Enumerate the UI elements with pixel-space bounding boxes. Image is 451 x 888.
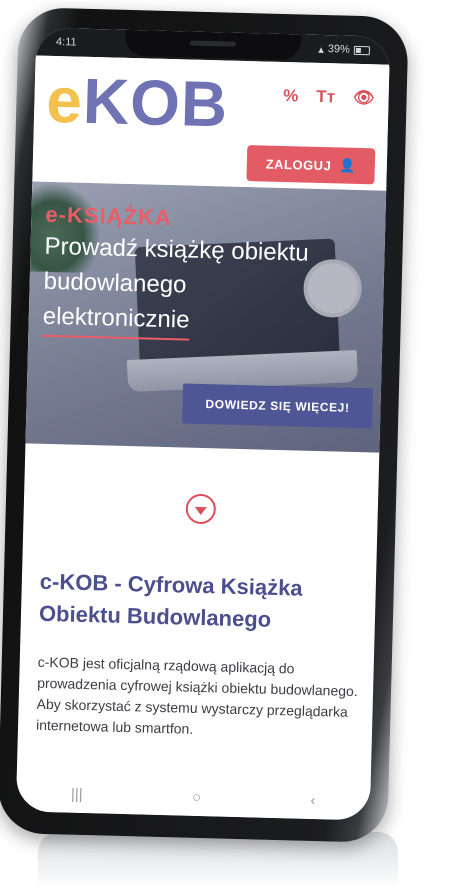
hero-headline: Prowadź książkę obiektu budowlanego elek… (42, 230, 375, 346)
status-indicators: ▴ 39% (318, 42, 370, 56)
logo-e: e (45, 63, 84, 137)
android-nav-bar: ||| ○ ‹ (15, 773, 371, 821)
accessibility-tools: % Tт 👁 (283, 86, 375, 108)
speaker-grill (189, 40, 237, 47)
section-body: c-KOB jest oficjalną rządową aplikacją d… (35, 653, 358, 737)
logo-kob: KOB (82, 64, 230, 141)
eye-icon[interactable]: 👁 (353, 88, 375, 109)
recent-apps-icon[interactable]: ||| (71, 785, 83, 802)
login-label: ZALOGUJ (265, 156, 332, 173)
ckob-logo[interactable]: eKOB (46, 64, 230, 141)
battery-text: 39% (327, 43, 351, 56)
learn-more-button[interactable]: DOWIEDZ SIĘ WIĘCEJ! (182, 383, 374, 429)
phone-frame: 4:11 ▴ 39% eKOB % Tт 👁 ZALOGUJ 👤 e-KSIĄŻ… (0, 7, 409, 843)
user-icon: 👤 (339, 157, 357, 173)
hero-line-3: elektronicznie (42, 299, 190, 341)
site-header: eKOB % Tт 👁 ZALOGUJ 👤 (32, 55, 390, 191)
notch (124, 29, 302, 61)
scroll-down-icon[interactable] (185, 493, 217, 525)
text-size-icon[interactable]: Tт (316, 87, 335, 107)
chevron-down-icon (194, 506, 207, 515)
status-time: 4:11 (55, 36, 77, 49)
home-icon[interactable]: ○ (192, 788, 202, 805)
signal-icon: ▴ (318, 43, 324, 56)
section-title: c-KOB - Cyfrowa Książka Obiektu Budowlan… (38, 568, 303, 632)
phone-screen: 4:11 ▴ 39% eKOB % Tт 👁 ZALOGUJ 👤 e-KSIĄŻ… (15, 27, 391, 821)
battery-icon (353, 45, 370, 55)
back-icon[interactable]: ‹ (310, 791, 315, 808)
login-button[interactable]: ZALOGUJ 👤 (246, 145, 376, 185)
contrast-icon[interactable]: % (283, 86, 299, 106)
hero-text: e-KSIĄŻKA Prowadź książkę obiektu budowl… (42, 202, 375, 346)
hero-banner: e-KSIĄŻKA Prowadź książkę obiektu budowl… (25, 181, 387, 453)
